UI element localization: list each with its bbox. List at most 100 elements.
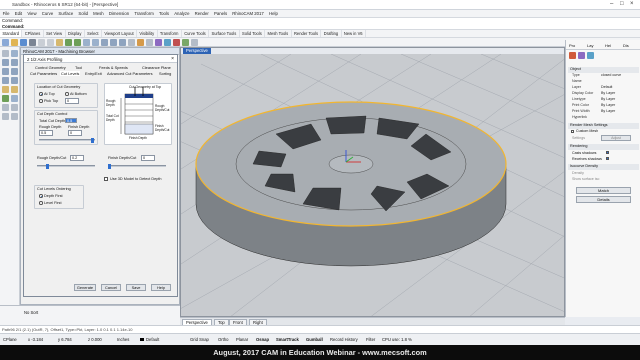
menu-analyze[interactable]: Analyze <box>172 10 192 17</box>
perspective-viewport[interactable]: Perspective <box>180 47 565 317</box>
prop-row-hyperlink[interactable]: Hyperlink <box>568 115 639 121</box>
tab-advanced-cut-parameters[interactable]: Advanced Cut Parameters <box>107 71 153 76</box>
finish-cut-slider[interactable] <box>108 165 166 167</box>
pick-top-radio[interactable] <box>39 99 43 103</box>
text-icon[interactable] <box>11 95 18 102</box>
finish-cut-input[interactable]: 0 <box>141 155 155 161</box>
open-file-icon[interactable] <box>11 39 18 46</box>
tab-mesh-tools[interactable]: Mesh Tools <box>265 30 292 37</box>
tab-select[interactable]: Select <box>85 30 102 37</box>
adjust-button[interactable]: Adjust <box>601 135 631 141</box>
tab-standard[interactable]: Standard <box>0 30 23 37</box>
menu-help[interactable]: Help <box>266 10 280 17</box>
level-first-radio[interactable] <box>39 201 43 205</box>
prop-row-print-width[interactable]: Print Width By Layer <box>568 109 639 115</box>
menu-surface[interactable]: Surface <box>56 10 76 17</box>
menu-rhinocam[interactable]: RhinoCAM 2017 <box>230 10 267 17</box>
select-icon[interactable] <box>128 39 135 46</box>
details-button[interactable]: Details <box>576 196 631 203</box>
shaded-view-icon[interactable] <box>164 39 171 46</box>
object-properties-icon[interactable] <box>569 52 576 59</box>
menu-solid[interactable]: Solid <box>76 10 91 17</box>
filter-toggle[interactable]: Filter <box>366 337 375 342</box>
tab-display[interactable]: Display <box>66 30 85 37</box>
zoom-extents-icon[interactable] <box>119 39 126 46</box>
close-icon[interactable]: × <box>630 1 634 7</box>
use-3d-model-checkbox[interactable] <box>104 177 108 181</box>
rectangle-icon[interactable] <box>11 77 18 84</box>
prop-row-layer[interactable]: Layer Default <box>568 85 639 91</box>
sort-dropdown[interactable]: No Sort <box>24 310 38 315</box>
tab-cut-levels[interactable]: Cut Levels <box>60 71 81 76</box>
finish-depth-input[interactable]: 0 <box>68 130 82 136</box>
prop-row-display-color[interactable]: Display Color By Layer <box>568 91 639 97</box>
rotate-view-icon[interactable] <box>92 39 99 46</box>
prop-row-linetype[interactable]: Linetype By Layer <box>568 97 639 103</box>
tab-surface-tools[interactable]: Surface Tools <box>209 30 240 37</box>
tab-curve-tools[interactable]: Curve Tools <box>182 30 210 37</box>
select-arrow-icon[interactable] <box>2 50 9 57</box>
generate-button[interactable]: Generate <box>74 284 96 291</box>
options-icon[interactable] <box>191 39 198 46</box>
tab-transform[interactable]: Transform <box>158 30 182 37</box>
menu-transform[interactable]: Transform <box>132 10 157 17</box>
menu-curve[interactable]: Curve <box>39 10 56 17</box>
undo-icon[interactable] <box>65 39 72 46</box>
move-icon[interactable] <box>2 104 9 111</box>
tab-cplanes[interactable]: CPlanes <box>22 30 44 37</box>
grid-snap-toggle[interactable]: Grid Snap <box>190 337 209 342</box>
material-icon[interactable] <box>578 52 585 59</box>
prop-row-print-color[interactable]: Print Color By Layer <box>568 103 639 109</box>
menu-mesh[interactable]: Mesh <box>91 10 107 17</box>
gumball-toggle[interactable]: Gumball <box>306 337 323 342</box>
depth-first-radio[interactable] <box>39 194 43 198</box>
maximize-icon[interactable]: □ <box>620 1 624 7</box>
pan-icon[interactable] <box>83 39 90 46</box>
smarttrack-toggle[interactable]: SmartTrack <box>276 337 299 342</box>
planar-toggle[interactable]: Planar <box>236 337 248 342</box>
layer-label[interactable]: Default <box>146 337 159 342</box>
rough-cut-input[interactable]: 0.2 <box>70 155 84 161</box>
tab-set-view[interactable]: Set View <box>44 30 66 37</box>
tab-viewport-layout[interactable]: Viewport Layout <box>102 30 138 37</box>
save-button[interactable]: Save <box>126 284 146 291</box>
tab-control-geometry[interactable]: Control Geometry <box>35 65 66 70</box>
menu-file[interactable]: File <box>0 10 12 17</box>
ortho-toggle[interactable]: Ortho <box>218 337 228 342</box>
arc-icon[interactable] <box>2 77 9 84</box>
render-icon[interactable] <box>155 39 162 46</box>
polyline-icon[interactable] <box>11 59 18 66</box>
tab-help[interactable]: Hel <box>605 43 611 48</box>
tab-solid-tools[interactable]: Solid Tools <box>240 30 266 37</box>
tab-sorting[interactable]: Sorting <box>159 71 171 76</box>
depth-slider[interactable] <box>39 139 95 141</box>
save-icon[interactable] <box>20 39 27 46</box>
tab-tool[interactable]: Tool <box>75 65 82 70</box>
receives-shadows-checkbox[interactable] <box>606 157 609 160</box>
menu-panels[interactable]: Panels <box>211 10 229 17</box>
tab-entry-exit[interactable]: Entry/Exit <box>85 71 102 76</box>
new-file-icon[interactable] <box>2 39 9 46</box>
tab-new-in-v6[interactable]: New in V6 <box>342 30 366 37</box>
texture-icon[interactable] <box>587 52 594 59</box>
prop-row-name[interactable]: Name <box>568 79 639 85</box>
cancel-button[interactable]: Cancel <box>101 284 121 291</box>
menu-render[interactable]: Render <box>192 10 211 17</box>
properties-icon[interactable] <box>146 39 153 46</box>
redo-icon[interactable] <box>74 39 81 46</box>
cut-icon[interactable] <box>38 39 45 46</box>
dialog-close-icon[interactable]: × <box>171 56 174 62</box>
menu-view[interactable]: View <box>25 10 39 17</box>
at-bottom-radio[interactable] <box>65 92 69 96</box>
zoom-window-icon[interactable] <box>110 39 117 46</box>
menu-edit[interactable]: Edit <box>12 10 25 17</box>
line-icon[interactable] <box>2 59 9 66</box>
pick-top-input[interactable]: 0 <box>65 98 79 104</box>
point-icon[interactable] <box>11 50 18 57</box>
rough-depth-input[interactable]: 0.5 <box>39 130 53 136</box>
print-icon[interactable] <box>29 39 36 46</box>
tab-cut-parameters[interactable]: Cut Parameters <box>30 71 57 76</box>
layer-icon[interactable] <box>137 39 144 46</box>
osnap-toggle[interactable]: Osnap <box>256 337 269 342</box>
trim-icon[interactable] <box>11 104 18 111</box>
